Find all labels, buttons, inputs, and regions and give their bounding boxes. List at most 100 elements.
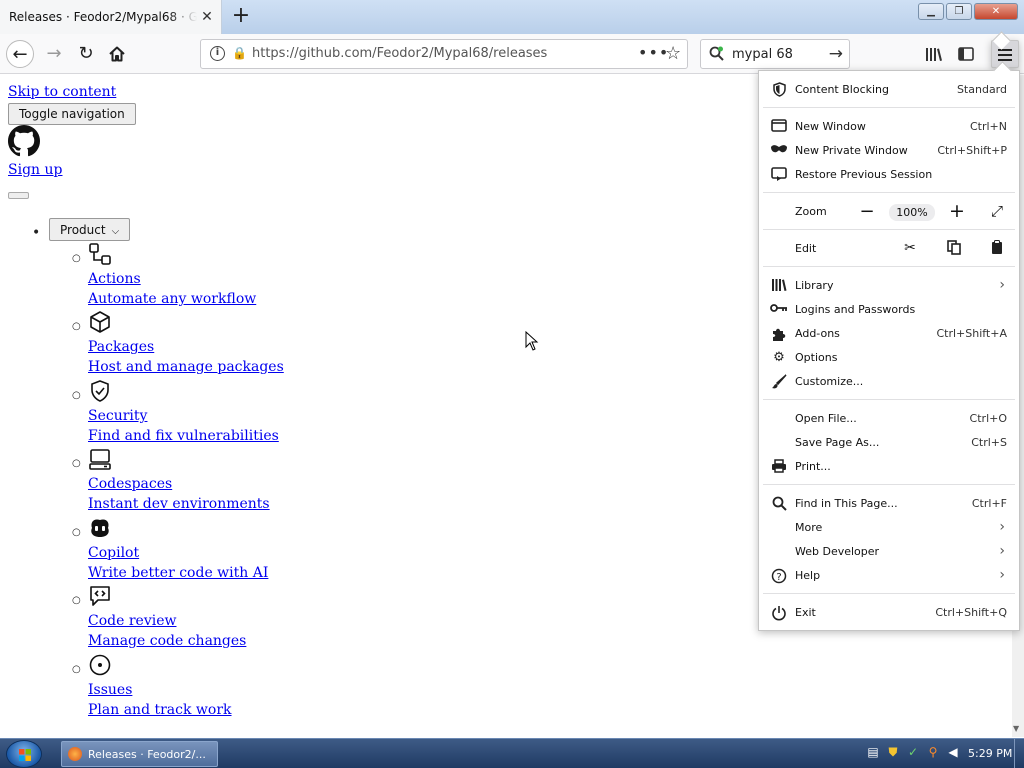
list-circle-bullet: ○ — [72, 527, 81, 538]
info-icon[interactable]: i — [210, 46, 225, 61]
url-text[interactable]: https://github.com/Feodor2/Mypal68/relea… — [252, 46, 547, 61]
search-input[interactable]: mypal 68 — [732, 47, 793, 62]
menu-print[interactable]: Print... — [759, 455, 1019, 479]
paste-icon[interactable] — [986, 240, 1008, 258]
product-item-title-link[interactable]: Packages — [88, 339, 154, 355]
product-item-title-link[interactable]: Copilot — [88, 545, 139, 561]
security-shield-icon[interactable]: ⛊ — [886, 745, 900, 759]
menu-label: Open File... — [795, 412, 857, 425]
product-item-desc-link[interactable]: Plan and track work — [88, 702, 232, 718]
menu-save-page-as[interactable]: Save Page As... Ctrl+S — [759, 431, 1019, 455]
zoom-out-button[interactable]: − — [857, 201, 877, 222]
start-button[interactable] — [6, 740, 42, 768]
title-bar: Releases · Feodor2/Mypal68 · GitHub ✕ + … — [0, 0, 1024, 34]
toggle-navigation-button[interactable]: Toggle navigation — [8, 103, 136, 125]
keyboard-icon[interactable]: ▤ — [866, 745, 880, 759]
menu-restore-session[interactable]: Restore Previous Session — [759, 163, 1019, 187]
product-label: Product — [60, 223, 106, 237]
product-item-desc-link[interactable]: Instant dev environments — [88, 496, 270, 512]
tab-releases[interactable]: Releases · Feodor2/Mypal68 · GitHub ✕ — [0, 0, 222, 34]
product-item-desc-link[interactable]: Find and fix vulnerabilities — [88, 428, 279, 444]
cut-icon[interactable]: ✂ — [899, 240, 921, 258]
home-button[interactable] — [103, 40, 131, 68]
product-item-title-link[interactable]: Codespaces — [88, 476, 172, 492]
menu-value: Standard — [956, 83, 1007, 96]
menu-new-window[interactable]: New Window Ctrl+N — [759, 115, 1019, 139]
shield-icon — [770, 82, 788, 98]
menu-more[interactable]: More › — [759, 516, 1019, 540]
menu-add-ons[interactable]: Add-ons Ctrl+Shift+A — [759, 322, 1019, 346]
product-dropdown-button[interactable]: Product ⌵ — [49, 218, 131, 241]
forward-button[interactable]: → — [40, 40, 68, 68]
fullscreen-icon[interactable]: ⤢ — [987, 202, 1007, 220]
paintbrush-icon — [770, 374, 788, 390]
mypal-browser-icon — [68, 747, 82, 761]
bookmark-star-icon[interactable]: ☆ — [665, 43, 681, 64]
list-bullet: • — [32, 225, 41, 241]
power-icon — [770, 605, 788, 621]
menu-new-private-window[interactable]: New Private Window Ctrl+Shift+P — [759, 139, 1019, 163]
github-logo-icon[interactable] — [8, 125, 40, 157]
menu-label: Options — [795, 351, 838, 364]
menu-divider — [763, 399, 1015, 400]
menu-customize[interactable]: Customize... — [759, 370, 1019, 394]
search-go-icon[interactable]: → — [829, 44, 843, 64]
menu-label: Library — [795, 279, 834, 292]
taskbar-window-label: Releases · Feodor2/... — [88, 747, 206, 761]
tab-title: Releases · Feodor2/Mypal68 · GitHub — [9, 10, 197, 24]
copilot-icon — [88, 516, 112, 540]
product-item-desc-link[interactable]: Write better code with AI — [88, 565, 268, 581]
empty-button[interactable] — [8, 192, 29, 199]
product-item-desc-link[interactable]: Manage code changes — [88, 633, 246, 649]
new-tab-button[interactable]: + — [230, 5, 252, 27]
menu-help[interactable]: ? Help › — [759, 564, 1019, 588]
new-window-icon — [770, 119, 788, 135]
volume-icon[interactable]: ◀ — [946, 745, 960, 759]
product-item-title-link[interactable]: Code review — [88, 613, 176, 629]
shield-check-icon — [88, 379, 112, 403]
taskbar-browser-window[interactable]: Releases · Feodor2/... — [61, 741, 218, 767]
minimize-button[interactable]: ▁ — [918, 3, 944, 20]
search-tray-icon[interactable]: ⚲ — [926, 745, 940, 759]
clock[interactable]: 5:29 PM — [968, 747, 1012, 760]
skip-to-content-link[interactable]: Skip to content — [8, 84, 116, 100]
show-desktop-button[interactable] — [1014, 739, 1024, 768]
product-item-desc-link[interactable]: Automate any workflow — [88, 291, 256, 307]
library-icon[interactable] — [922, 42, 946, 66]
menu-content-blocking[interactable]: Content Blocking Standard — [759, 78, 1019, 102]
list-circle-bullet: ○ — [72, 664, 81, 675]
navigation-toolbar: ← → ↻ i 🔒 https://github.com/Feodor2/Myp… — [0, 34, 1024, 74]
lock-icon[interactable]: 🔒 — [232, 46, 247, 60]
product-item-title-link[interactable]: Security — [88, 408, 147, 424]
menu-logins-passwords[interactable]: Logins and Passwords — [759, 298, 1019, 322]
search-bar[interactable]: mypal 68 → — [700, 39, 850, 69]
back-button[interactable]: ← — [6, 40, 34, 68]
gear-icon: ⚙ — [773, 350, 785, 365]
zoom-reset-button[interactable]: 100% — [889, 204, 935, 221]
product-item-title-link[interactable]: Issues — [88, 682, 132, 698]
product-item-title-link[interactable]: Actions — [88, 271, 141, 287]
menu-find-in-page[interactable]: Find in This Page... Ctrl+F — [759, 492, 1019, 516]
menu-options[interactable]: ⚙ Options — [759, 346, 1019, 370]
restore-button[interactable]: ❐ — [946, 3, 972, 20]
close-window-button[interactable]: ✕ — [974, 3, 1018, 20]
menu-web-developer[interactable]: Web Developer › — [759, 540, 1019, 564]
scroll-down-arrow-icon[interactable]: ▼ — [1013, 724, 1019, 733]
product-item-desc-link[interactable]: Host and manage packages — [88, 359, 284, 375]
menu-divider — [763, 192, 1015, 193]
product-menu-item: ○ Code review Manage code changes — [72, 584, 372, 652]
menu-library[interactable]: Library › — [759, 274, 1019, 298]
sign-up-link[interactable]: Sign up — [8, 162, 62, 178]
sidebar-icon[interactable] — [954, 42, 978, 66]
zoom-in-button[interactable]: + — [947, 200, 967, 222]
search-icon — [709, 46, 724, 61]
reload-button[interactable]: ↻ — [72, 40, 100, 68]
menu-exit[interactable]: Exit Ctrl+Shift+Q — [759, 601, 1019, 625]
address-bar[interactable]: i 🔒 https://github.com/Feodor2/Mypal68/r… — [200, 39, 688, 69]
menu-shortcut: Ctrl+O — [969, 412, 1007, 425]
copy-icon[interactable] — [943, 240, 965, 258]
close-tab-icon[interactable]: ✕ — [199, 9, 215, 25]
list-circle-bullet: ○ — [72, 253, 81, 264]
menu-open-file[interactable]: Open File... Ctrl+O — [759, 407, 1019, 431]
network-icon[interactable]: ✓ — [906, 745, 920, 759]
